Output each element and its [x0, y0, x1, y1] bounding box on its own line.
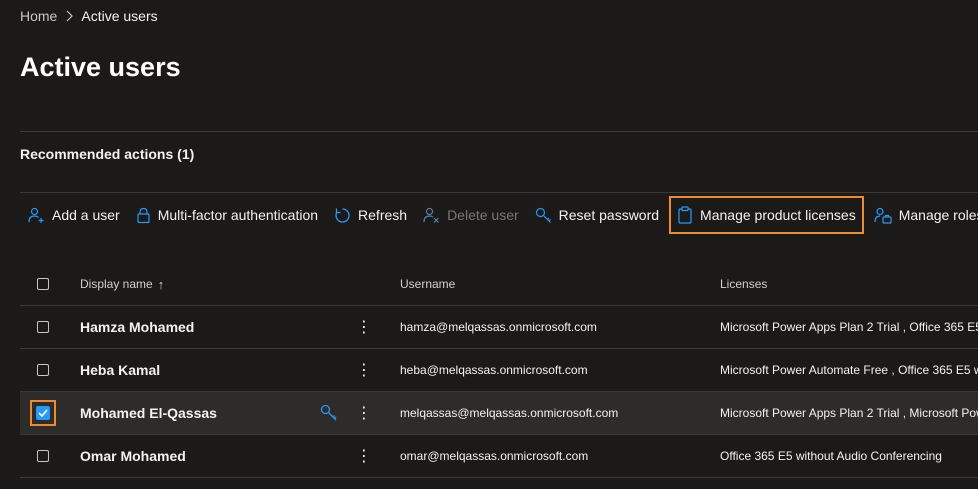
recommended-actions[interactable]: Recommended actions (1): [20, 146, 194, 162]
table-row[interactable]: Hamza Mohamed ⋮ hamza@melqassas.onmicros…: [20, 306, 978, 349]
clipboard-icon: [678, 206, 692, 224]
sort-ascending-icon: ↑: [157, 276, 165, 292]
user-display-name[interactable]: Omar Mohamed: [80, 448, 186, 464]
more-vertical-icon[interactable]: ⋮: [354, 358, 374, 382]
divider: [20, 192, 978, 193]
row-checkbox[interactable]: [36, 406, 50, 420]
row-checkbox[interactable]: [37, 321, 49, 333]
breadcrumb: Home Active users: [20, 6, 158, 26]
user-username: hamza@melqassas.onmicrosoft.com: [400, 320, 597, 334]
checkmark-icon: [38, 409, 48, 417]
roles-icon: [874, 207, 892, 224]
user-licenses: Microsoft Power Automate Free , Office 3…: [720, 363, 978, 377]
column-header-licenses[interactable]: Licenses: [720, 277, 767, 291]
command-bar: Add a user Multi-factor authentication R…: [20, 196, 978, 234]
manage-product-licenses-button[interactable]: Manage product licenses: [669, 196, 864, 234]
row-checkbox[interactable]: [37, 364, 49, 376]
refresh-label: Refresh: [358, 207, 408, 223]
lock-icon: [137, 207, 150, 223]
user-display-name[interactable]: Mohamed El-Qassas: [80, 405, 217, 421]
add-user-button[interactable]: Add a user: [20, 198, 128, 232]
add-user-label: Add a user: [52, 207, 120, 223]
delete-user-icon: [423, 207, 439, 223]
more-vertical-icon[interactable]: ⋮: [354, 401, 374, 425]
table-row[interactable]: Mohamed El-Qassas ⋮ melqassas@melqassas.…: [20, 392, 978, 435]
user-display-name[interactable]: Heba Kamal: [80, 362, 160, 378]
table-header: Display name ↑ Username Licenses: [20, 263, 978, 306]
user-username: heba@melqassas.onmicrosoft.com: [400, 363, 588, 377]
reset-password-label: Reset password: [558, 207, 660, 223]
user-username: omar@melqassas.onmicrosoft.com: [400, 449, 589, 463]
row-checkbox[interactable]: [37, 450, 49, 462]
page-title: Active users: [20, 52, 181, 82]
manage-roles-button[interactable]: Manage roles: [866, 198, 978, 232]
user-username: melqassas@melqassas.onmicrosoft.com: [400, 406, 619, 420]
key-icon[interactable]: [320, 404, 338, 425]
reset-password-button[interactable]: Reset password: [527, 198, 667, 232]
column-header-display-name[interactable]: Display name ↑: [80, 277, 164, 292]
breadcrumb-home[interactable]: Home: [20, 8, 57, 24]
key-icon: [535, 207, 551, 223]
table-row[interactable]: Heba Kamal ⋮ heba@melqassas.onmicrosoft.…: [20, 349, 978, 392]
more-vertical-icon[interactable]: ⋮: [354, 315, 374, 339]
mfa-button[interactable]: Multi-factor authentication: [128, 198, 326, 232]
select-all-checkbox[interactable]: [37, 278, 49, 290]
refresh-button[interactable]: Refresh: [326, 198, 415, 232]
user-licenses: Microsoft Power Apps Plan 2 Trial , Offi…: [720, 320, 978, 334]
manage-product-licenses-label: Manage product licenses: [700, 207, 856, 223]
delete-user-label: Delete user: [447, 207, 519, 223]
user-licenses: Microsoft Power Apps Plan 2 Trial , Micr…: [720, 406, 978, 420]
delete-user-button[interactable]: Delete user: [415, 198, 527, 232]
chevron-right-icon: [65, 10, 74, 22]
add-user-icon: [28, 207, 44, 223]
row-checkbox-highlight: [30, 400, 56, 426]
user-licenses: Office 365 E5 without Audio Conferencing: [720, 449, 942, 463]
user-display-name[interactable]: Hamza Mohamed: [80, 319, 194, 335]
mfa-label: Multi-factor authentication: [157, 207, 319, 223]
refresh-icon: [335, 207, 350, 223]
breadcrumb-current: Active users: [81, 8, 158, 24]
more-vertical-icon[interactable]: ⋮: [354, 444, 374, 468]
table-row[interactable]: Omar Mohamed ⋮ omar@melqassas.onmicrosof…: [20, 435, 978, 478]
divider: [20, 131, 978, 132]
column-header-username[interactable]: Username: [400, 277, 455, 291]
manage-roles-label: Manage roles: [898, 207, 978, 223]
